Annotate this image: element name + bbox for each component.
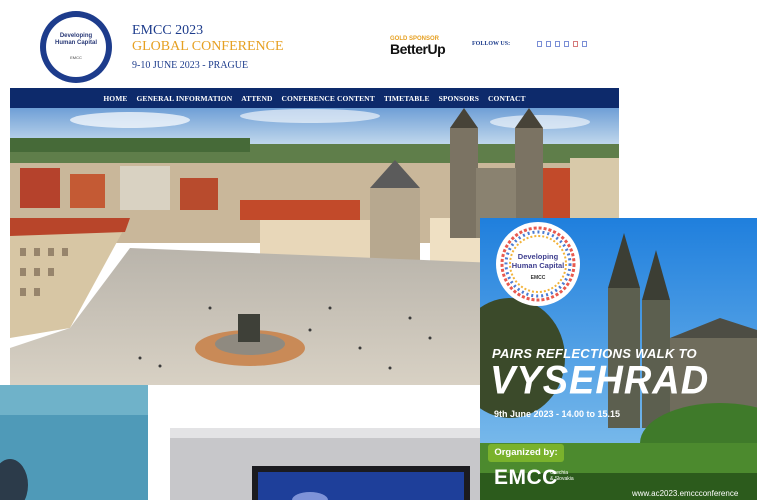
social-icon[interactable] [573, 41, 578, 47]
organizer-sub: Czechia & Slovakia [550, 470, 574, 482]
social-icon[interactable] [537, 41, 542, 47]
conference-subtitle: GLOBAL CONFERENCE [132, 39, 284, 54]
sponsor-name[interactable]: BetterUp [390, 41, 446, 57]
conference-hall-photo [170, 428, 480, 500]
promo-date-time: 9th June 2023 - 14.00 to 15.15 [494, 409, 621, 419]
promo-place: VYSEHRAD [490, 358, 710, 404]
nav-item-home[interactable]: HOME [103, 94, 127, 103]
logo-line-1: Developing [59, 33, 93, 39]
logo-inner: Developing Human Capital EMCC [46, 17, 106, 77]
conference-logo[interactable]: Developing Human Capital EMCC [40, 11, 112, 83]
speaker-photo [0, 385, 148, 500]
social-icon[interactable] [582, 41, 587, 47]
logo-text: Developing Human Capital [54, 33, 98, 47]
conference-title: EMCC 2023 [132, 23, 204, 38]
nav-item-contact[interactable]: CONTACT [488, 94, 526, 103]
nav-item-sponsors[interactable]: SPONSORS [439, 94, 479, 103]
social-icon[interactable] [564, 41, 569, 47]
logo-badge: EMCC [70, 55, 82, 60]
conference-hall-illustration [170, 428, 480, 500]
vysehrad-walk-promo: Developing Human Capital EMCC PAIRS REFL… [480, 218, 757, 500]
speaker-photo-illustration [0, 385, 148, 500]
nav-item-attend[interactable]: ATTEND [241, 94, 272, 103]
social-icon[interactable] [555, 41, 560, 47]
organized-by-badge: Organized by: [488, 444, 564, 462]
nav-item-conference-content[interactable]: CONFERENCE CONTENT [282, 94, 375, 103]
nav-item-general-information[interactable]: GENERAL INFORMATION [136, 94, 232, 103]
promo-url[interactable]: www.ac2023.emccconference [632, 489, 738, 498]
social-icons [537, 41, 587, 47]
main-navigation: HOME GENERAL INFORMATION ATTEND CONFEREN… [10, 88, 619, 108]
promo-logo-line-1: Developing [517, 252, 559, 261]
logo-line-2: Human Capital [54, 40, 97, 46]
organizer-name: EMCC [494, 466, 558, 489]
social-icon[interactable] [546, 41, 551, 47]
conference-date-location: 9-10 JUNE 2023 - PRAGUE [132, 60, 249, 71]
promo-logo-line-2: Human Capital [511, 261, 565, 270]
promo-logo-text: Developing Human Capital [506, 252, 570, 270]
promo-logo: Developing Human Capital EMCC [496, 222, 580, 306]
follow-us-label: FOLLOW US: [472, 41, 511, 47]
nav-item-timetable[interactable]: TIMETABLE [384, 94, 430, 103]
promo-logo-badge: EMCC [530, 275, 546, 281]
organizer-sub-line-2: & Slovakia [550, 476, 574, 482]
